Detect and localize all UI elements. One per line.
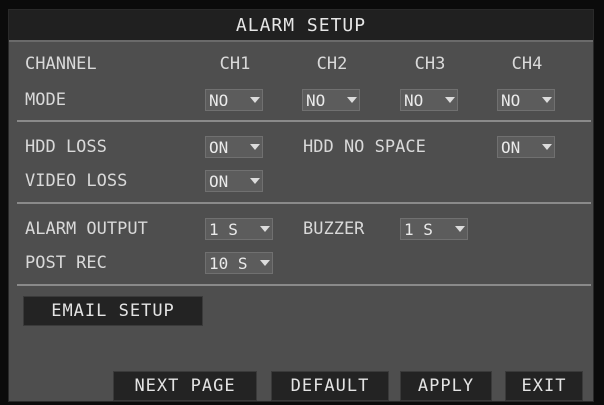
dropdown-arrow-icon	[258, 253, 272, 273]
mode-select-ch2[interactable]: NO	[302, 89, 360, 111]
dropdown-arrow-icon	[248, 137, 262, 157]
video-loss-value: ON	[209, 171, 229, 191]
buzzer-select[interactable]: 1 S	[400, 218, 468, 240]
exit-button[interactable]: EXIT	[505, 371, 583, 401]
section-divider	[17, 284, 591, 286]
dropdown-arrow-icon	[258, 219, 272, 239]
channel-header-ch1: CH1	[219, 54, 251, 74]
dropdown-arrow-icon	[540, 90, 554, 110]
channel-header-ch4: CH4	[511, 54, 543, 74]
hdd-no-space-label: HDD NO SPACE	[303, 137, 426, 157]
video-loss-select[interactable]: ON	[205, 170, 263, 192]
hdd-loss-select[interactable]: ON	[205, 136, 263, 158]
mode-select-ch1[interactable]: NO	[205, 89, 263, 111]
mode-select-ch3[interactable]: NO	[400, 89, 458, 111]
apply-button[interactable]: APPLY	[400, 371, 492, 401]
default-button[interactable]: DEFAULT	[271, 371, 389, 401]
mode-value-ch1: NO	[209, 90, 229, 110]
buzzer-label: BUZZER	[303, 219, 365, 239]
email-setup-button[interactable]: EMAIL SETUP	[23, 296, 203, 326]
alarm-setup-dialog: ALARM SETUP CHANNEL CH1 CH2 CH3 CH4 MODE…	[8, 9, 594, 402]
hdd-no-space-value: ON	[501, 137, 521, 157]
alarm-output-label: ALARM OUTPUT	[25, 219, 148, 239]
hdd-no-space-select[interactable]: ON	[497, 136, 555, 158]
section-divider	[17, 202, 591, 204]
channel-header-ch2: CH2	[316, 54, 348, 74]
mode-value-ch2: NO	[306, 90, 326, 110]
hdd-loss-label: HDD LOSS	[25, 137, 107, 157]
next-page-button[interactable]: NEXT PAGE	[113, 371, 257, 401]
dropdown-arrow-icon	[248, 90, 262, 110]
section-divider	[17, 120, 591, 122]
channel-header-ch3: CH3	[414, 54, 446, 74]
alarm-output-value: 1 S	[209, 219, 238, 239]
post-rec-label: POST REC	[25, 253, 107, 273]
buzzer-value: 1 S	[404, 219, 433, 239]
post-rec-select[interactable]: 10 S	[205, 252, 273, 274]
dropdown-arrow-icon	[443, 90, 457, 110]
dropdown-arrow-icon	[248, 171, 262, 191]
mode-select-ch4[interactable]: NO	[497, 89, 555, 111]
mode-value-ch4: NO	[501, 90, 521, 110]
dropdown-arrow-icon	[540, 137, 554, 157]
post-rec-value: 10 S	[209, 253, 248, 273]
mode-value-ch3: NO	[404, 90, 424, 110]
mode-label: MODE	[25, 90, 66, 110]
dropdown-arrow-icon	[345, 90, 359, 110]
dialog-title: ALARM SETUP	[9, 10, 593, 42]
channel-label: CHANNEL	[25, 54, 97, 74]
dropdown-arrow-icon	[453, 219, 467, 239]
hdd-loss-value: ON	[209, 137, 229, 157]
alarm-output-select[interactable]: 1 S	[205, 218, 273, 240]
video-loss-label: VIDEO LOSS	[25, 171, 128, 191]
